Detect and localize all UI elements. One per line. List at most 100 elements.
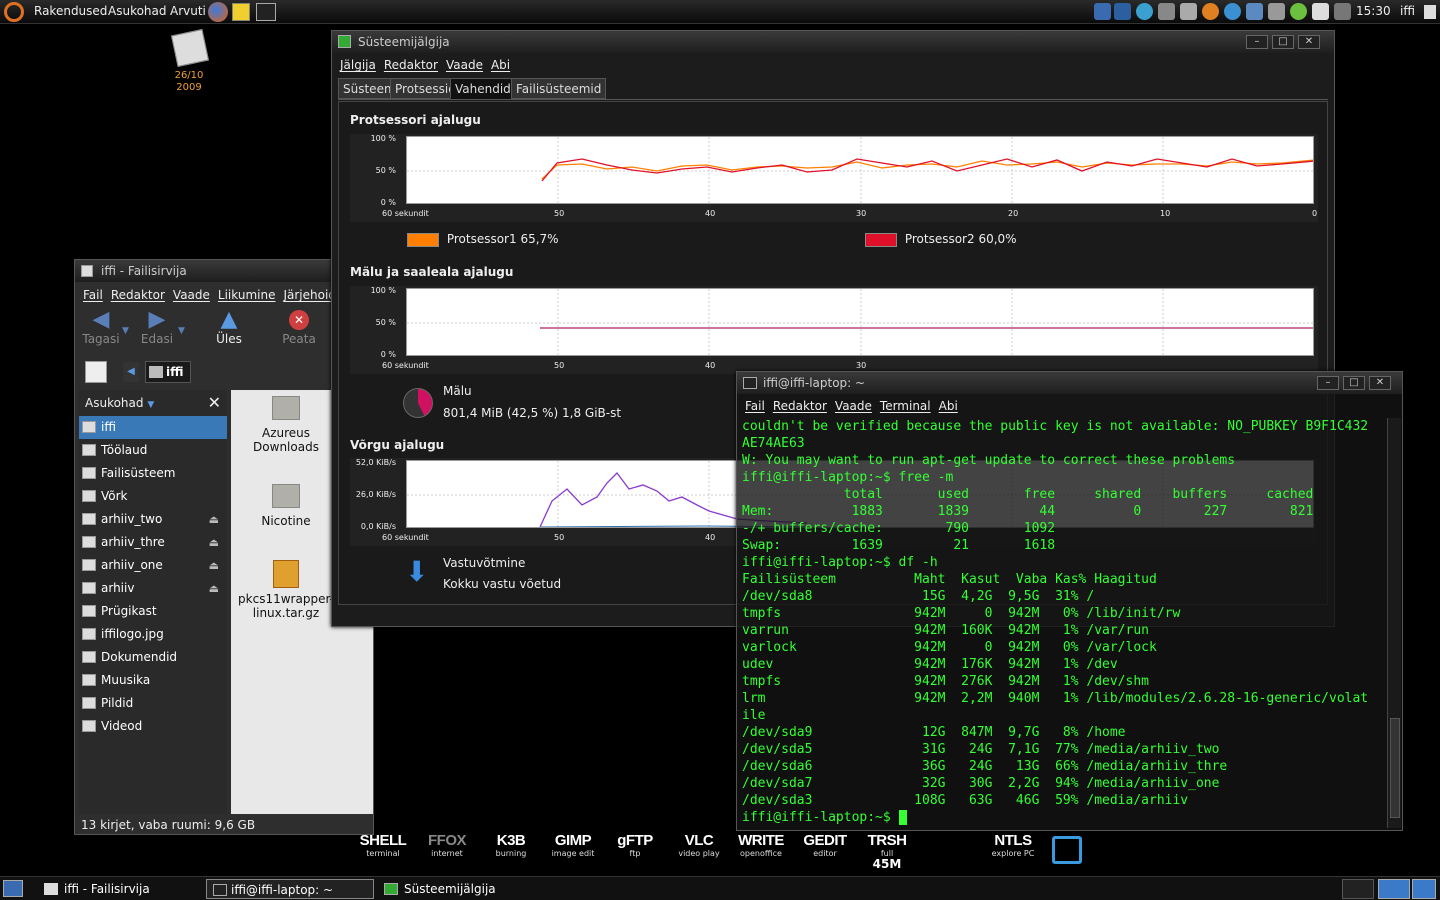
sysmon-menu-monitor[interactable]: Jälgija	[340, 58, 376, 72]
tray-printer-icon[interactable]	[1180, 3, 1197, 20]
clock[interactable]: 15:30	[1356, 4, 1391, 18]
workspace-2[interactable]	[1378, 879, 1410, 899]
terminal-menu-view[interactable]: Vaade	[835, 399, 872, 413]
maximize-button[interactable]: □	[1272, 35, 1294, 49]
eject-icon[interactable]: ⏏	[209, 554, 219, 577]
tray-display-icon[interactable]	[1246, 3, 1263, 20]
maximize-button[interactable]: □	[1343, 376, 1365, 390]
terminal-scrollbar[interactable]	[1387, 418, 1401, 828]
terminal-menu-edit[interactable]: Redaktor	[773, 399, 827, 413]
sidebar-item-music[interactable]: Muusika	[79, 669, 227, 692]
tray-network-icon[interactable]	[1094, 3, 1111, 20]
task-sysmon[interactable]: Süsteemijälgija	[380, 879, 546, 899]
mem-pie-icon[interactable]	[403, 388, 433, 418]
path-left-arrow-icon[interactable]: ◀	[123, 362, 139, 382]
forward-history-icon[interactable]: ▼	[178, 326, 185, 336]
sidebar-item-desktop[interactable]: Töölaud	[79, 439, 227, 462]
sidebar-item-arhiiv[interactable]: arhiiv ⏏	[79, 577, 227, 600]
firefox-launcher-icon[interactable]	[208, 2, 228, 22]
sidebar-close-icon[interactable]: ✕	[208, 390, 221, 416]
up-button[interactable]: ▲ Üles	[209, 308, 249, 352]
tab-filesystems[interactable]: Failisüsteemid	[511, 78, 607, 99]
dock-item-gftp[interactable]: gFTP ftp	[602, 832, 668, 858]
dock-item-ntls[interactable]: NTLS explore PC	[980, 832, 1046, 858]
tray-wifi-icon[interactable]	[1290, 3, 1307, 20]
tray-gear-icon[interactable]	[1158, 3, 1175, 20]
eject-icon[interactable]: ⏏	[209, 531, 219, 554]
workspace-1[interactable]	[1342, 879, 1374, 899]
eject-icon[interactable]: ⏏	[209, 577, 219, 600]
filemgr-menu-view[interactable]: Vaade	[173, 288, 210, 302]
dock-item-gedit[interactable]: GEDIT editor	[792, 832, 858, 858]
filemgr-menu-edit[interactable]: Redaktor	[111, 288, 165, 302]
dock-item-k3b[interactable]: K3B burning	[478, 832, 544, 858]
file-item-nicotine[interactable]: Nicotine	[231, 484, 341, 528]
tray-update-icon[interactable]	[1202, 3, 1219, 20]
sidebar-item-arhiiv-one[interactable]: arhiiv_one ⏏	[79, 554, 227, 577]
tab-resources[interactable]: Vahendid	[450, 78, 516, 99]
notes-launcher-icon[interactable]	[232, 3, 250, 21]
close-button[interactable]: ✕	[1298, 35, 1320, 49]
tray-volume-icon[interactable]	[1334, 3, 1351, 20]
sidebar-item-pictures[interactable]: Pildid	[79, 692, 227, 715]
sidebar-item-arhiiv-two[interactable]: arhiiv_two ⏏	[79, 508, 227, 531]
file-item-azureus[interactable]: Azureus Downloads	[231, 396, 341, 454]
show-desktop-icon[interactable]	[3, 880, 23, 897]
dock-item-trsh[interactable]: TRSH full 45M	[854, 832, 920, 870]
tray-mail-icon[interactable]	[1312, 3, 1329, 20]
tray-skype-icon[interactable]	[1136, 3, 1153, 20]
terminal-menu-help[interactable]: Abi	[939, 399, 958, 413]
menu-places[interactable]: Asukohad	[108, 4, 167, 18]
menu-computer[interactable]: Arvuti	[170, 4, 206, 18]
sidebar-item-iffilogo[interactable]: iffilogo.jpg	[79, 623, 227, 646]
task-filemanager[interactable]: iffi - Failisirvija	[40, 879, 204, 899]
sidebar-item-filesystem[interactable]: Failisüsteem	[79, 462, 227, 485]
cpu2-color-swatch[interactable]	[865, 232, 897, 247]
dock-item-shell[interactable]: SHELL terminal	[350, 832, 416, 858]
sidebar-item-documents[interactable]: Dokumendid	[79, 646, 227, 669]
forward-button[interactable]: ▶ Edasi	[137, 308, 177, 352]
dock-item-vlc[interactable]: VLC video play	[666, 832, 732, 858]
minimize-button[interactable]: –	[1317, 376, 1339, 390]
sidebar-dropdown-icon[interactable]: ▼	[147, 400, 154, 410]
cpu1-color-swatch[interactable]	[407, 232, 439, 247]
close-button[interactable]: ✕	[1369, 376, 1391, 390]
filemgr-menu-file[interactable]: Fail	[83, 288, 103, 302]
sidebar-item-home[interactable]: iffi	[79, 416, 227, 439]
sidebar-header-label[interactable]: Asukohad	[85, 396, 144, 410]
tray-battery-icon[interactable]	[1268, 3, 1285, 20]
dock-item-write[interactable]: WRITE openoffice	[728, 832, 794, 858]
terminal-launcher-icon[interactable]	[256, 3, 276, 21]
sidebar-item-trash[interactable]: Prügikast	[79, 600, 227, 623]
task-terminal[interactable]: iffi@iffi-laptop: ~	[206, 879, 374, 899]
sidebar-item-network[interactable]: Võrk	[79, 485, 227, 508]
tray-sync-icon[interactable]	[1224, 3, 1241, 20]
terminal-menu-file[interactable]: Fail	[745, 399, 765, 413]
minimize-button[interactable]: –	[1246, 35, 1268, 49]
ubuntu-logo-icon[interactable]	[4, 2, 24, 22]
dock-item-ffox[interactable]: FFOX internet	[414, 832, 480, 858]
stop-button[interactable]: ✕ Peata	[279, 308, 319, 352]
sysmon-menu-help[interactable]: Abi	[491, 58, 510, 72]
user-name[interactable]: iffi	[1400, 4, 1415, 18]
sidebar-item-videos[interactable]: Videod	[79, 715, 227, 738]
eject-icon[interactable]: ⏏	[209, 508, 219, 531]
dock-item-gimp[interactable]: GIMP image edit	[540, 832, 606, 858]
sysmon-menu-view[interactable]: Vaade	[446, 58, 483, 72]
back-button[interactable]: ◀ Tagasi	[81, 308, 121, 352]
terminal-titlebar[interactable]: iffi@iffi-laptop: ~ – □ ✕	[737, 372, 1402, 394]
scrollbar-thumb[interactable]	[1390, 718, 1400, 818]
menu-applications[interactable]: Rakendused	[34, 4, 107, 18]
sidebar-item-arhiiv-thre[interactable]: arhiiv_thre ⏏	[79, 531, 227, 554]
workspace-3[interactable]	[1412, 879, 1436, 899]
terminal-menu-terminal[interactable]: Terminal	[880, 399, 931, 413]
sysmon-menu-edit[interactable]: Redaktor	[384, 58, 438, 72]
path-button-home[interactable]: iffi	[145, 361, 191, 383]
filemgr-titlebar[interactable]: iffi - Failisirvija	[75, 260, 373, 282]
filemgr-menu-go[interactable]: Liikumine	[218, 288, 276, 302]
back-history-icon[interactable]: ▼	[122, 326, 129, 336]
dock-computer-icon[interactable]	[1052, 836, 1082, 864]
edit-location-icon[interactable]	[85, 361, 107, 383]
sysmon-titlebar[interactable]: Süsteemijälgija – □ ✕	[332, 31, 1334, 53]
file-item-pkcs11[interactable]: pkcs11wrapper- linux.tar.gz	[231, 560, 341, 620]
